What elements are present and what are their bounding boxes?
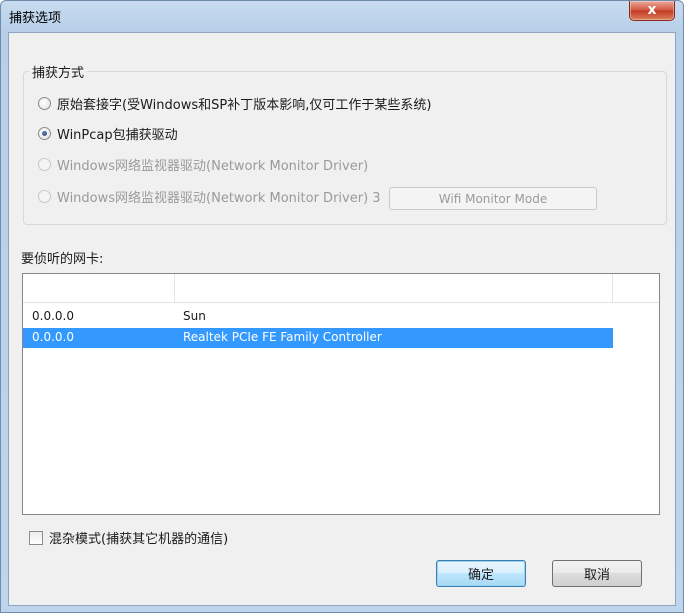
radio-button-disabled	[38, 189, 51, 203]
radio-winpcap[interactable]: WinPcap包捕获驱动	[38, 124, 178, 143]
close-button[interactable]: x	[629, 1, 675, 21]
list-item[interactable]: 0.0.0.0 Sun	[23, 307, 613, 327]
radio-label: Windows网络监视器驱动(Network Monitor Driver) 3	[57, 190, 381, 206]
promiscuous-checkbox[interactable]	[29, 530, 43, 545]
close-icon: x	[647, 2, 657, 18]
capture-options-dialog: 捕获选项 x 捕获方式 原始套接字(受Windows和SP补丁版本影响,仅可工作…	[0, 0, 684, 613]
cancel-button[interactable]: 取消	[552, 560, 642, 587]
radio-label: 原始套接字(受Windows和SP补丁版本影响,仅可工作于某些系统)	[57, 97, 432, 113]
radio-raw-socket[interactable]: 原始套接字(受Windows和SP补丁版本影响,仅可工作于某些系统)	[38, 94, 432, 113]
list-item-selected[interactable]: 0.0.0.0 Realtek PCIe FE Family Controlle…	[23, 328, 613, 348]
column-divider[interactable]	[174, 274, 175, 302]
radio-netmon-driver: Windows网络监视器驱动(Network Monitor Driver)	[38, 155, 369, 174]
radio-netmon-driver-3: Windows网络监视器驱动(Network Monitor Driver) 3	[38, 187, 381, 206]
radio-button-disabled	[38, 157, 51, 171]
radio-label: WinPcap包捕获驱动	[57, 127, 178, 143]
nic-name: Sun	[183, 309, 206, 323]
radio-button-selected[interactable]	[38, 126, 51, 140]
wifi-monitor-mode-button: Wifi Monitor Mode	[389, 187, 597, 210]
dialog-client-area: 捕获方式 原始套接字(受Windows和SP补丁版本影响,仅可工作于某些系统) …	[8, 32, 676, 606]
promiscuous-label: 混杂模式(捕获其它机器的通信)	[49, 532, 229, 547]
radio-label: Windows网络监视器驱动(Network Monitor Driver)	[57, 158, 369, 174]
dialog-title: 捕获选项	[9, 11, 62, 26]
capture-method-legend: 捕获方式	[29, 62, 88, 81]
ok-button[interactable]: 确定	[436, 560, 526, 587]
nic-ip: 0.0.0.0	[32, 309, 74, 323]
nic-ip: 0.0.0.0	[32, 330, 74, 344]
column-divider[interactable]	[612, 274, 613, 302]
title-bar[interactable]: 捕获选项 x	[1, 1, 683, 31]
nic-list-label: 要侦听的网卡:	[21, 252, 104, 267]
list-header	[23, 274, 659, 303]
nic-list[interactable]: 0.0.0.0 Sun 0.0.0.0 Realtek PCIe FE Fami…	[22, 273, 660, 515]
promiscuous-mode-option[interactable]: 混杂模式(捕获其它机器的通信)	[29, 528, 228, 547]
radio-button[interactable]	[38, 96, 51, 110]
nic-name: Realtek PCIe FE Family Controller	[183, 330, 382, 344]
